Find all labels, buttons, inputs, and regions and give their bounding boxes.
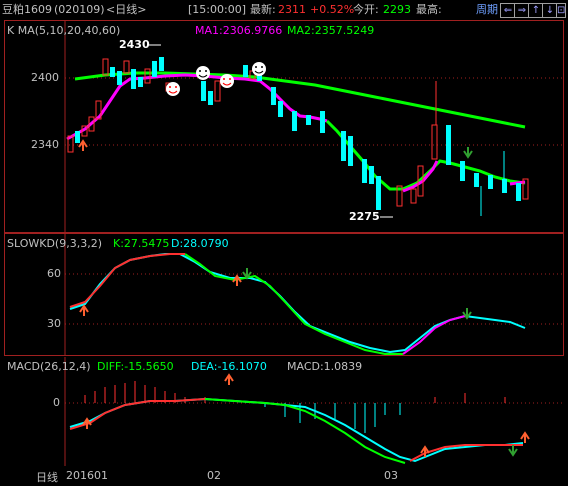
down-arrow-icon xyxy=(508,445,518,457)
ma1-line xyxy=(66,73,328,141)
up-arrow-icon xyxy=(79,304,89,316)
price-chart xyxy=(64,21,565,234)
macd-panel[interactable]: MACD(26,12,4) DIFF:-15.5650 DEA:-16.1070… xyxy=(4,356,565,467)
y-tick-2400: 2400 xyxy=(31,71,59,84)
y-tick-2340: 2340 xyxy=(31,138,59,151)
price-panel[interactable]: K MA(5,10,20,40,60) MA1:2306.9766 MA2:23… xyxy=(4,20,565,234)
smiley-face-icon xyxy=(252,62,266,76)
period-tab[interactable]: 日线 xyxy=(36,469,58,485)
kd-k-value: K:27.5475 xyxy=(113,237,170,250)
macd-dea-value: DEA:-16.1070 xyxy=(191,360,267,373)
period-button[interactable]: 周期 xyxy=(476,0,498,20)
smiley-face-icon xyxy=(196,66,210,80)
symbol-code: (020109) xyxy=(54,3,105,16)
smiley-face-icon xyxy=(166,82,180,96)
k-line-up xyxy=(402,315,466,355)
nav-expand-button[interactable]: ⊡ xyxy=(556,3,566,18)
date-tick: 03 xyxy=(384,469,398,482)
period-label: <日线> xyxy=(106,3,147,16)
kd-panel[interactable]: SLOWKD(9,3,3,2) K:27.5475 D:28.0790 60 3… xyxy=(4,233,565,357)
date-tick: 02 xyxy=(207,469,221,482)
up-arrow-icon xyxy=(224,373,234,385)
ma2-value: MA2:2357.5249 xyxy=(287,24,375,37)
open-value: 2293 xyxy=(383,3,411,16)
up-arrow-icon xyxy=(520,431,530,443)
symbol-name: 豆粕1609 xyxy=(2,3,52,16)
y-tick-0: 0 xyxy=(53,396,60,409)
ma-label: K MA(5,10,20,40,60) xyxy=(7,24,121,37)
latest-label: 最新: xyxy=(250,3,276,16)
time-label: [15:00:00] xyxy=(188,3,246,16)
date-axis: 日线 201601 02 03 xyxy=(0,466,568,486)
kd-chart xyxy=(64,234,565,357)
title-bar: 豆粕1609 (020109) <日线> [15:00:00] 最新: 2311… xyxy=(0,0,568,20)
kd-title: SLOWKD(9,3,3,2) xyxy=(7,237,103,250)
macd-title: MACD(26,12,4) xyxy=(7,360,91,373)
down-arrow-icon xyxy=(463,147,473,159)
d-line xyxy=(69,253,526,354)
k-line-down xyxy=(184,253,403,355)
change-pct: +0.52% xyxy=(310,3,355,16)
macd-diff-value: DIFF:-15.5650 xyxy=(97,360,174,373)
open-label: 今开: xyxy=(353,3,379,16)
smiley-face-icon xyxy=(220,74,234,88)
high-annotation: 2430 xyxy=(119,38,150,51)
candles xyxy=(67,57,529,216)
macd-macd-value: MACD:1.0839 xyxy=(287,360,363,373)
y-tick-60: 60 xyxy=(47,267,61,280)
y-tick-30: 30 xyxy=(47,317,61,330)
ma1-value: MA1:2306.9766 xyxy=(195,24,283,37)
high-label: 最高: xyxy=(416,3,442,16)
k-line xyxy=(69,253,185,308)
low-annotation: 2275 xyxy=(349,210,380,223)
kd-d-value: D:28.0790 xyxy=(171,237,229,250)
macd-chart xyxy=(64,357,565,467)
up-arrow-icon xyxy=(78,139,88,151)
date-tick: 201601 xyxy=(66,469,108,482)
latest-value: 2311 xyxy=(278,3,306,16)
